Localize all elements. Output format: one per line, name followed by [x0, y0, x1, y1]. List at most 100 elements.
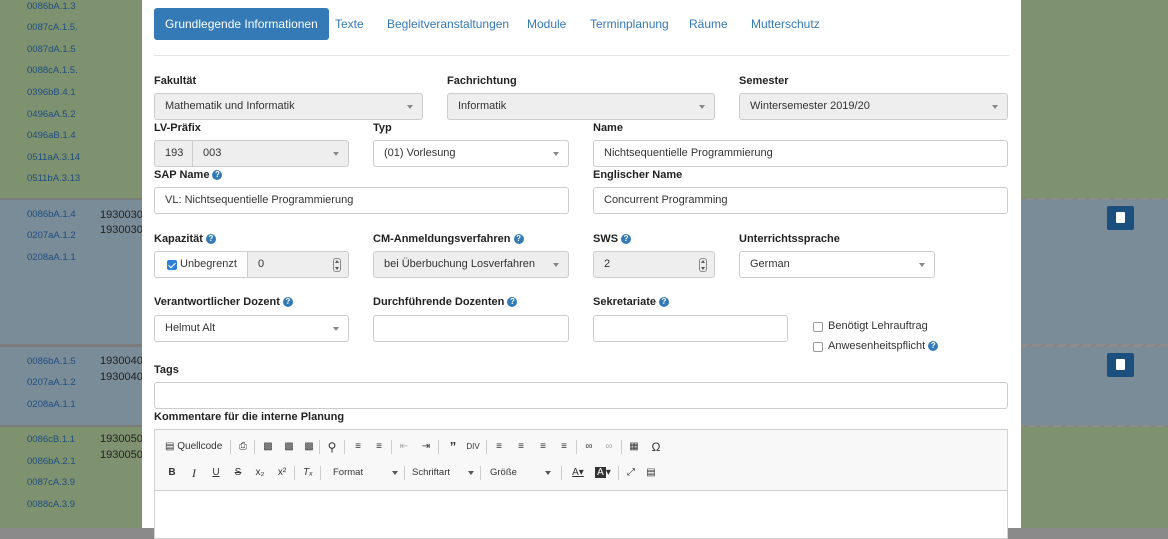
sws-label: SWS?: [593, 233, 632, 245]
show-blocks-icon[interactable]: ▤: [643, 465, 659, 481]
background-code[interactable]: 0208aA.1.1: [27, 252, 76, 263]
name-input[interactable]: Nichtsequentielle Programmierung: [593, 140, 1008, 167]
print-icon[interactable]: ⎙: [235, 439, 251, 455]
numbered-list-icon[interactable]: ≡: [350, 439, 366, 455]
background-code[interactable]: 0086bA.2.1: [27, 456, 76, 467]
table-icon[interactable]: ▦: [626, 439, 642, 455]
tab-begleitveranstaltungen[interactable]: Begleitveranstaltungen: [387, 8, 509, 40]
background-number: 1930040: [100, 355, 143, 367]
document-icon[interactable]: [1107, 206, 1134, 230]
strikethrough-icon[interactable]: S: [230, 465, 246, 481]
align-justify-icon[interactable]: ≡: [556, 439, 572, 455]
typ-select[interactable]: (01) Vorlesung: [373, 140, 569, 167]
background-code[interactable]: 0207aA.1.2: [27, 377, 76, 388]
outdent-icon[interactable]: ⇤: [396, 439, 412, 455]
anwesenheit-checkbox[interactable]: [813, 342, 823, 352]
unlink-icon[interactable]: ∞: [601, 439, 617, 455]
background-code[interactable]: 0208aA.1.1: [27, 399, 76, 410]
background-code[interactable]: 0086bA.1.5: [27, 356, 76, 367]
background-code[interactable]: 0511bA.3.13: [27, 173, 80, 184]
align-center-icon[interactable]: ≡: [513, 439, 529, 455]
background-code[interactable]: 0496aB.1.4: [27, 130, 76, 141]
lv-praefix-select[interactable]: 003: [192, 140, 349, 167]
help-icon[interactable]: ?: [507, 297, 518, 307]
help-icon[interactable]: ?: [205, 234, 216, 244]
indent-icon[interactable]: ⇥: [418, 439, 434, 455]
sekretariate-input[interactable]: [593, 315, 788, 342]
cm-verfahren-select[interactable]: bei Überbuchung Losverfahren: [373, 251, 569, 278]
format-dropdown[interactable]: Format: [327, 465, 401, 481]
remove-format-icon[interactable]: Tₓ: [300, 465, 316, 481]
text-color-icon[interactable]: A▾: [567, 465, 589, 481]
background-code[interactable]: 0087cA.3.9: [27, 477, 75, 488]
link-icon[interactable]: ∞: [581, 439, 597, 455]
tab-module[interactable]: Module: [527, 8, 566, 40]
tab-mutterschutz[interactable]: Mutterschutz: [751, 8, 820, 40]
tab-grundlegende-informationen[interactable]: Grundlegende Informationen: [154, 8, 329, 40]
background-code[interactable]: 0088cA.3.9: [27, 499, 75, 510]
toolbar-separator: [254, 440, 255, 454]
background-code[interactable]: 0088cA.1.5.: [27, 65, 78, 76]
chevron-down-icon: [545, 471, 551, 475]
paste-text-icon[interactable]: ▩: [281, 439, 297, 455]
semester-select[interactable]: Wintersemester 2019/20: [739, 93, 1008, 120]
document-icon[interactable]: [1107, 353, 1134, 377]
tab-terminplanung[interactable]: Terminplanung: [590, 8, 669, 40]
sws-input[interactable]: 2: [593, 251, 715, 278]
background-code[interactable]: 0086cB.1.1: [27, 434, 75, 445]
background-code[interactable]: 0086bA.1.3: [27, 1, 76, 12]
font-dropdown[interactable]: Schriftart: [406, 465, 477, 481]
unbegrenzt-checkbox[interactable]: [167, 260, 177, 270]
chevron-down-icon: [333, 152, 339, 156]
background-code[interactable]: 0087dA.1.5: [27, 44, 76, 55]
help-icon[interactable]: ?: [928, 341, 939, 351]
paste-word-icon[interactable]: ▩: [301, 439, 317, 455]
maximize-icon[interactable]: ⤢: [623, 465, 639, 481]
italic-icon[interactable]: I: [186, 465, 202, 481]
dozent-select[interactable]: Helmut Alt: [154, 315, 349, 342]
spinner-icon[interactable]: [699, 258, 707, 272]
background-color-icon[interactable]: A ▾: [592, 465, 614, 481]
background-code[interactable]: 0496aA.5.2: [27, 109, 76, 120]
align-right-icon[interactable]: ≡: [535, 439, 551, 455]
source-icon: ▤: [165, 441, 175, 452]
spinner-icon[interactable]: [333, 258, 341, 272]
div-icon[interactable]: DIV: [465, 439, 481, 455]
sap-name-input[interactable]: VL: Nichtsequentielle Programmierung: [154, 187, 569, 214]
fachrichtung-select[interactable]: Informatik: [447, 93, 715, 120]
underline-icon[interactable]: U: [208, 465, 224, 481]
special-char-icon[interactable]: Ω: [648, 439, 664, 455]
help-icon[interactable]: ?: [212, 170, 223, 180]
background-code[interactable]: 0396bB.4.1: [27, 87, 76, 98]
source-button[interactable]: ▤ Quellcode: [165, 439, 227, 455]
align-left-icon[interactable]: ≡: [491, 439, 507, 455]
paste-icon[interactable]: ▩: [260, 439, 276, 455]
unterrichtssprache-select[interactable]: German: [739, 251, 935, 278]
background-code[interactable]: 0511aA.3.14: [27, 152, 80, 163]
help-icon[interactable]: ?: [513, 234, 524, 244]
englischer-name-input[interactable]: Concurrent Programming: [593, 187, 1008, 214]
subscript-icon[interactable]: x₂: [252, 465, 268, 481]
tab-raeume[interactable]: Räume: [689, 8, 728, 40]
semester-value: Wintersemester 2019/20: [750, 100, 870, 112]
fakultaet-select[interactable]: Mathematik und Informatik: [154, 93, 423, 120]
help-icon[interactable]: ?: [621, 234, 632, 244]
tags-input[interactable]: [154, 382, 1008, 409]
durchfuehrende-input[interactable]: [373, 315, 569, 342]
background-code[interactable]: 0086bA.1.4: [27, 209, 76, 220]
bold-icon[interactable]: B: [164, 465, 180, 481]
help-icon[interactable]: ?: [282, 297, 293, 307]
bulleted-list-icon[interactable]: ≡: [371, 439, 387, 455]
size-dropdown[interactable]: Größe: [484, 465, 554, 481]
superscript-icon[interactable]: x²: [274, 465, 290, 481]
kapazitaet-input[interactable]: 0: [247, 251, 349, 278]
tab-texte[interactable]: Texte: [335, 8, 364, 40]
font-label: Schriftart: [412, 467, 451, 478]
find-icon[interactable]: ⚲: [324, 439, 340, 455]
lehrauftrag-checkbox[interactable]: [813, 322, 823, 332]
background-code[interactable]: 0207aA.1.2: [27, 230, 76, 241]
editor-content-area[interactable]: [155, 492, 1007, 538]
blockquote-icon[interactable]: ”: [445, 439, 461, 455]
background-code[interactable]: 0087cA.1.5.: [27, 22, 78, 33]
help-icon[interactable]: ?: [659, 297, 669, 307]
